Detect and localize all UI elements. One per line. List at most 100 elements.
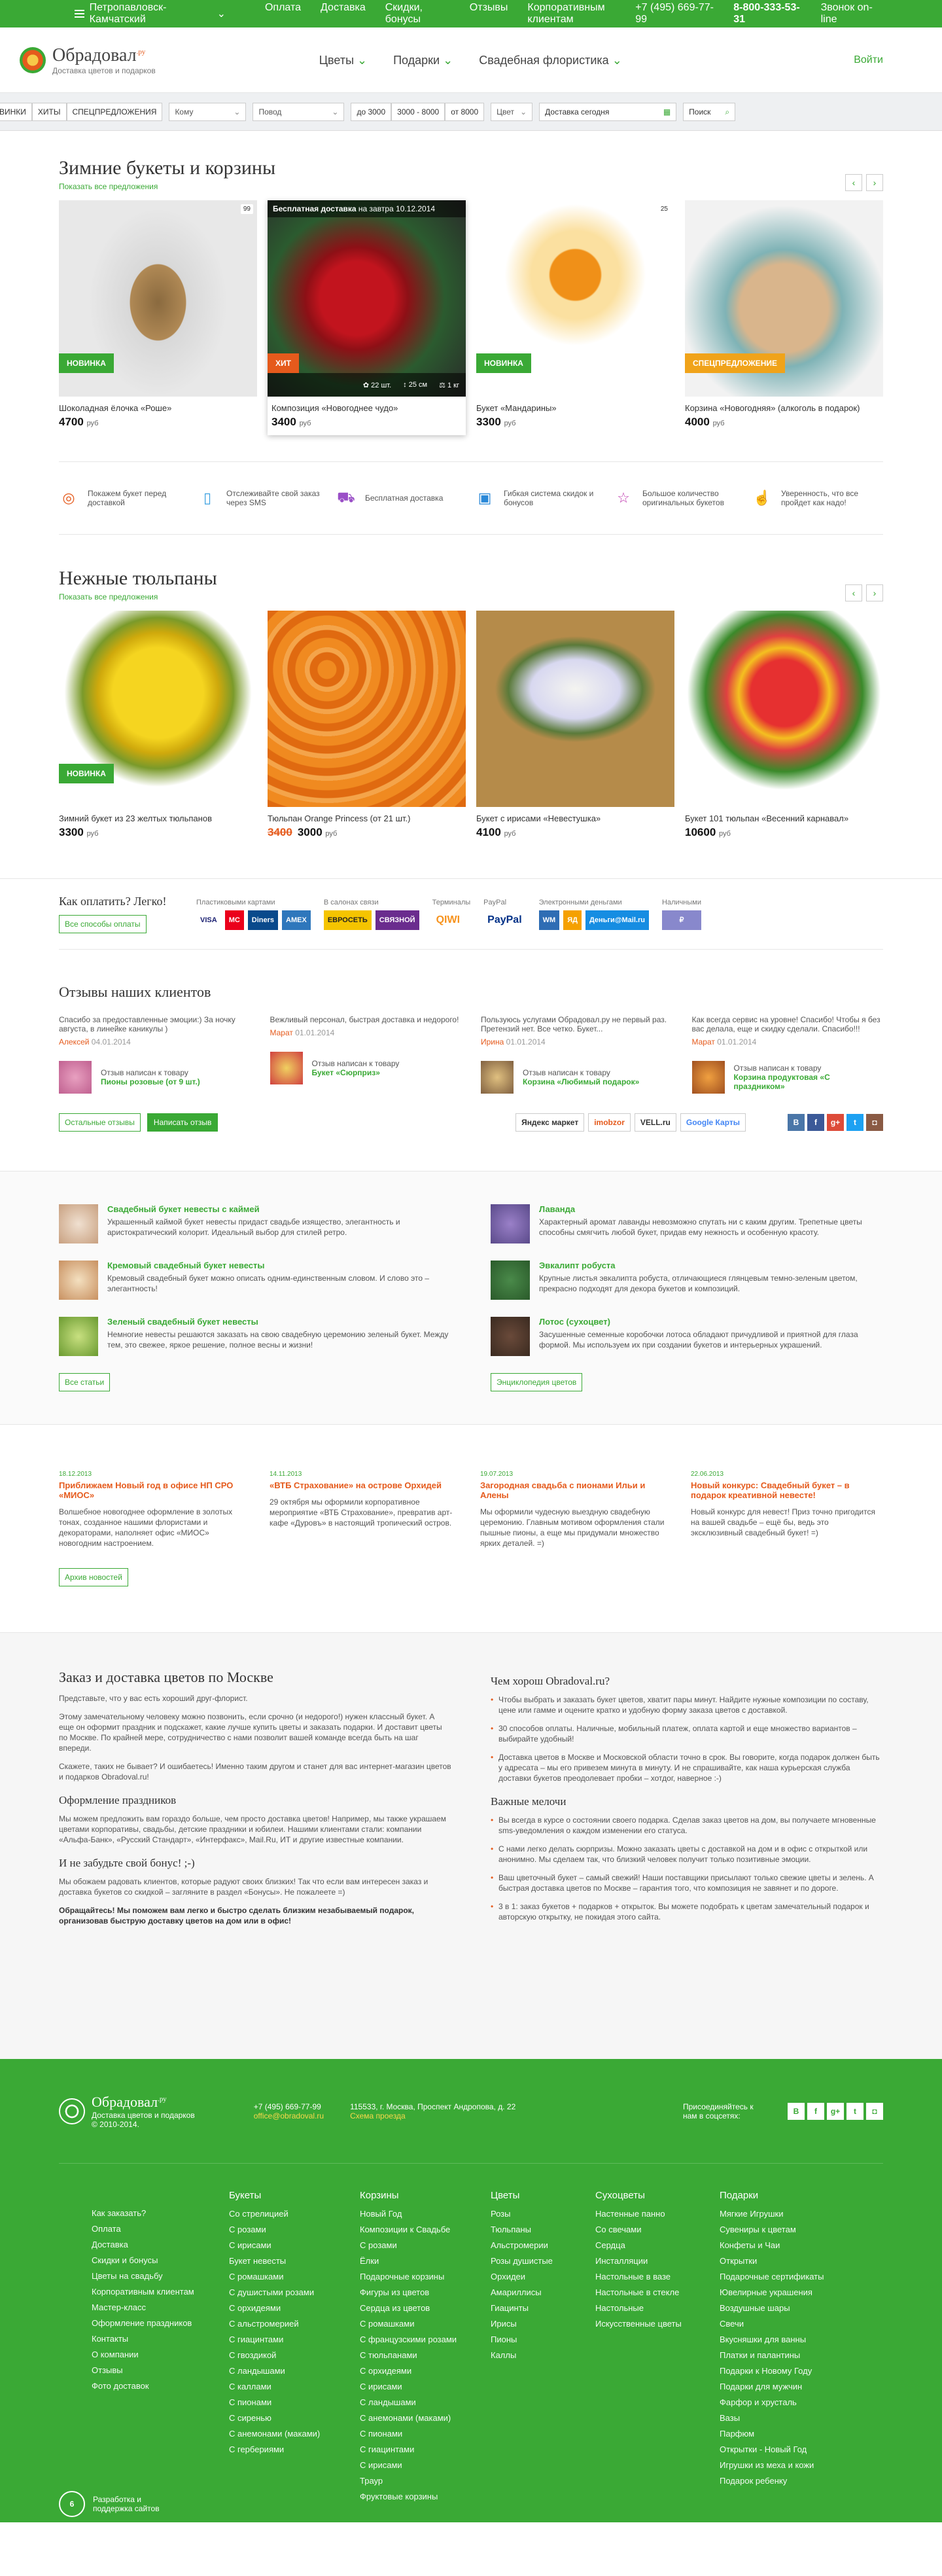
instagram-icon[interactable]: ◘ [866,1114,883,1131]
news-item[interactable]: 14.11.2013 «ВТБ Страхование» на острове О… [270,1471,455,1548]
top-nav-reviews[interactable]: Отзывы [470,2,508,26]
top-nav-delivery[interactable]: Доставка [321,2,366,26]
product-card[interactable]: Тюльпан Orange Princess (от 21 шт.) 3400… [268,611,466,839]
instagram-icon[interactable]: ◘ [866,2102,883,2120]
footer-link[interactable]: Настенные панно [595,2206,700,2222]
footer-link[interactable]: Оформление праздников [92,2316,209,2331]
footer-link[interactable]: Настольные в вазе [595,2269,700,2285]
top-nav-corporate[interactable]: Корпоративным клиентам [527,2,635,26]
footer-link[interactable]: Отзывы [92,2363,209,2378]
phone-free[interactable]: 8-800-333-53-31 [733,2,805,26]
footer-link[interactable]: С ромашками [360,2316,471,2332]
footer-link[interactable]: Траур [360,2473,471,2489]
article-item[interactable]: Свадебный букет невесты с каймей Украшенн… [59,1204,451,1243]
payment-methods-button[interactable]: Все способы оплаты [59,915,147,933]
footer-link[interactable]: Открытки - Новый Год [720,2442,831,2458]
all-articles-button[interactable]: Все статьи [59,1373,111,1391]
footer-link[interactable]: С гиацинтами [360,2442,471,2458]
developer-credit[interactable]: 6 Разработка и поддержка сайтов [59,2491,171,2517]
google-plus-icon[interactable]: g+ [827,2102,844,2120]
footer-link[interactable]: Композиции к Свадьбе [360,2222,471,2238]
footer-link[interactable]: С гербериями [229,2442,340,2458]
review-product-link[interactable]: Букет «Сюрприз» [312,1068,400,1077]
footer-link[interactable]: С тюльпанами [360,2348,471,2363]
map-link[interactable]: Схема проезда [350,2111,515,2120]
reason-select[interactable]: Повод [253,103,345,121]
color-select[interactable]: Цвет [491,103,533,121]
footer-link[interactable]: С каллами [229,2379,340,2395]
footer-link[interactable]: Настольные в стекле [595,2285,700,2300]
article-item[interactable]: Кремовый свадебный букет невесты Кремовый… [59,1261,451,1300]
footer-link[interactable]: С пионами [360,2426,471,2442]
footer-link[interactable]: Игрушки из меха и кожи [720,2458,831,2473]
next-arrow-icon[interactable]: › [866,584,883,601]
prev-arrow-icon[interactable]: ‹ [845,174,862,191]
footer-link[interactable]: Мягкие Игрушки [720,2206,831,2222]
product-card[interactable]: Бесплатная доставка на завтра 10.12.2014… [268,200,466,435]
footer-link[interactable]: Свечи [720,2316,831,2332]
city-selector[interactable]: Петропавловск-Камчатский ⌄ [59,2,226,26]
vell-rating[interactable]: VELL.ru [634,1113,676,1132]
footer-link[interactable]: Настольные [595,2300,700,2316]
footer-link[interactable]: Розы душистые [491,2253,576,2269]
google-plus-icon[interactable]: g+ [827,1114,844,1131]
price-high[interactable]: от 8000 [445,103,485,121]
filter-special[interactable]: СПЕЦПРЕДЛОЖЕНИЯ [66,103,163,121]
footer-link[interactable]: Сувениры к цветам [720,2222,831,2238]
footer-phone[interactable]: +7 (495) 669-77-99 [254,2102,324,2111]
footer-link[interactable]: С пионами [229,2395,340,2410]
footer-link[interactable]: С альстромерией [229,2316,340,2332]
footer-link[interactable]: Конфеты и Чаи [720,2238,831,2253]
footer-link[interactable]: Фото доставок [92,2378,209,2394]
footer-link[interactable]: О компании [92,2347,209,2363]
footer-link[interactable]: Ёлки [360,2253,471,2269]
footer-link[interactable]: С анемонами (маками) [229,2426,340,2442]
footer-link[interactable]: Новый Год [360,2206,471,2222]
article-item[interactable]: Лотос (сухоцвет) Засушенные семенные коро… [491,1317,883,1356]
footer-link[interactable]: Каллы [491,2348,576,2363]
nav-gifts[interactable]: Подарки [393,54,453,67]
footer-link[interactable]: Контакты [92,2331,209,2347]
news-archive-button[interactable]: Архив новостей [59,1568,128,1586]
footer-link[interactable]: С ирисами [360,2458,471,2473]
product-card[interactable]: 99 НОВИНКА Шоколадная ёлочка «Роше» 4700… [59,200,257,435]
whom-select[interactable]: Кому [169,103,247,121]
footer-link[interactable]: Орхидеи [491,2269,576,2285]
vk-icon[interactable]: В [788,2102,805,2120]
price-mid[interactable]: 3000 - 8000 [391,103,445,121]
product-thumb[interactable] [270,1052,303,1084]
filter-new[interactable]: НОВИНКИ [0,103,32,121]
footer-link[interactable]: Гиацинты [491,2300,576,2316]
footer-link[interactable]: Подарки для мужчин [720,2379,831,2395]
show-all-link[interactable]: Показать все предложения [59,182,275,191]
footer-link[interactable]: Фигуры из цветов [360,2285,471,2300]
footer-link[interactable]: Сердца [595,2238,700,2253]
product-card[interactable]: 25 НОВИНКА Букет «Мандарины» 3300 руб [476,200,674,435]
footer-link[interactable]: Мастер-класс [92,2300,209,2316]
google-maps-rating[interactable]: Google Карты [680,1113,746,1132]
twitter-icon[interactable]: t [846,2102,864,2120]
review-product-link[interactable]: Пионы розовые (от 9 шт.) [101,1077,200,1086]
footer-link[interactable]: Оплата [92,2221,209,2237]
footer-link[interactable]: Тюльпаны [491,2222,576,2238]
encyclopedia-button[interactable]: Энциклопедия цветов [491,1373,583,1391]
footer-link[interactable]: Платки и палантины [720,2348,831,2363]
footer-link[interactable]: Подарочные сертификаты [720,2269,831,2285]
article-item[interactable]: Эвкалипт робуста Крупные листья эвкалипта… [491,1261,883,1300]
footer-link[interactable]: С ландышами [229,2363,340,2379]
footer-link[interactable]: С розами [360,2238,471,2253]
footer-link[interactable]: Подарочные корзины [360,2269,471,2285]
footer-link[interactable]: С гиацинтами [229,2332,340,2348]
prev-arrow-icon[interactable]: ‹ [845,584,862,601]
footer-link[interactable]: С ромашками [229,2269,340,2285]
footer-link[interactable]: Пионы [491,2332,576,2348]
delivery-date-input[interactable]: Доставка сегодня ▦ [539,103,677,121]
review-product-link[interactable]: Корзина «Любимый подарок» [523,1077,639,1086]
footer-link[interactable]: Вазы [720,2410,831,2426]
footer-link[interactable]: С анемонами (маками) [360,2410,471,2426]
article-item[interactable]: Зеленый свадебный букет невесты Немногие … [59,1317,451,1356]
review-product-link[interactable]: Корзина продуктовая «С праздником» [734,1073,884,1091]
footer-link[interactable]: Фруктовые корзины [360,2489,471,2505]
footer-link[interactable]: Ювелирные украшения [720,2285,831,2300]
product-card[interactable]: Букет с ирисами «Невестушка» 4100 руб [476,611,674,839]
